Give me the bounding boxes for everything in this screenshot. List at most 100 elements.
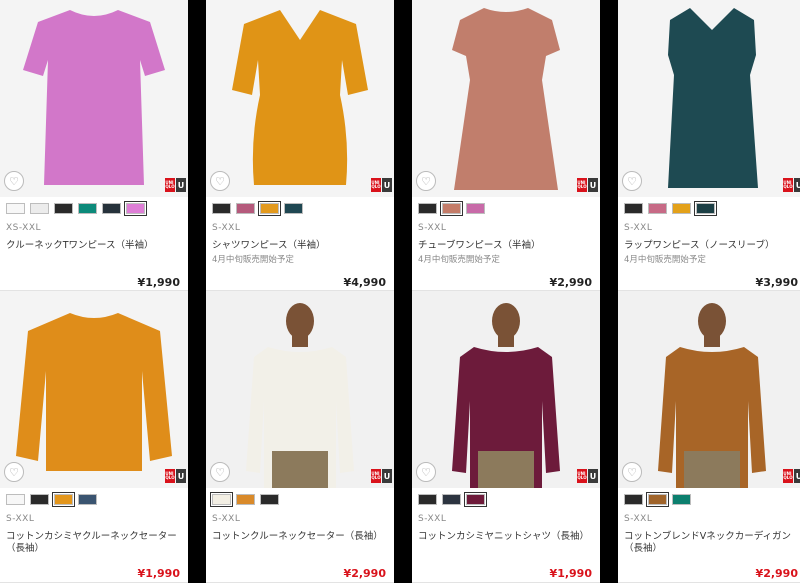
product-price: ¥2,990	[549, 276, 592, 289]
color-swatch[interactable]	[236, 494, 255, 505]
product-price: ¥4,990	[343, 276, 386, 289]
color-swatch[interactable]	[78, 203, 97, 214]
color-swatches	[624, 201, 717, 216]
product-card[interactable]: ♡ UNI QLO U S-XXL チューブワンピース（半袖） 4月中旬販売開始予定 ¥2,9…	[412, 0, 600, 291]
favorite-heart-icon[interactable]: ♡	[416, 171, 436, 191]
product-image[interactable]	[206, 291, 394, 488]
product-image[interactable]	[206, 0, 394, 197]
product-image[interactable]	[0, 291, 188, 488]
favorite-heart-icon[interactable]: ♡	[4, 462, 24, 482]
color-swatch[interactable]	[54, 203, 73, 214]
product-price: ¥2,990	[343, 567, 386, 580]
product-name[interactable]: クルーネックTワンピース（半袖）	[6, 240, 184, 252]
color-swatch[interactable]	[464, 492, 487, 507]
color-swatch[interactable]	[210, 492, 233, 507]
color-swatch[interactable]	[418, 494, 437, 505]
uniqlo-logo-icon: UNI QLO	[165, 178, 175, 192]
color-swatch[interactable]	[236, 203, 255, 214]
favorite-heart-icon[interactable]: ♡	[210, 462, 230, 482]
product-name[interactable]: コットンカシミヤクルーネックセーター（長袖）	[6, 531, 184, 555]
color-swatches	[6, 201, 147, 216]
product-card[interactable]: ♡ UNI QLO U XS-XXL クルーネックTワンピース（半袖） ¥1,990	[0, 0, 188, 291]
product-card[interactable]: ♡ UNI QLO U S-XXL コットンクルーネックセーター（長袖） ¥2,990	[206, 291, 394, 583]
product-name[interactable]: シャツワンピース（半袖）	[212, 240, 390, 252]
color-swatch[interactable]	[284, 203, 303, 214]
color-swatch[interactable]	[672, 494, 691, 505]
favorite-heart-icon[interactable]: ♡	[416, 462, 436, 482]
u-logo-icon: U	[176, 178, 186, 192]
size-range: S-XXL	[212, 223, 241, 233]
uniqlo-logo-icon: UNI QLO	[783, 178, 793, 192]
release-note: 4月中旬販売開始予定	[418, 255, 500, 265]
color-swatch[interactable]	[258, 201, 281, 216]
uniqlo-u-logo: UNIQLOU	[783, 178, 800, 192]
color-swatch[interactable]	[466, 203, 485, 214]
color-swatch[interactable]	[624, 494, 643, 505]
product-card[interactable]: ♡ UNI QLO U S-XXL コットンカシミヤクルーネックセーター（長袖） ¥1,99…	[0, 291, 188, 583]
color-swatch[interactable]	[212, 203, 231, 214]
product-image[interactable]	[618, 0, 800, 197]
color-swatch[interactable]	[102, 203, 121, 214]
color-swatch[interactable]	[6, 494, 25, 505]
product-photo[interactable]: ♡ UNIQLOU	[618, 291, 800, 488]
color-swatch[interactable]	[440, 201, 463, 216]
product-name[interactable]: コットンクルーネックセーター（長袖）	[212, 531, 390, 543]
color-swatch[interactable]	[672, 203, 691, 214]
color-swatches	[210, 492, 279, 507]
product-photo[interactable]: ♡ UNIQLOU	[0, 0, 188, 197]
color-swatch[interactable]	[6, 203, 25, 214]
product-photo[interactable]: ♡ UNIQLOU	[206, 291, 394, 488]
product-name[interactable]: ラップワンピース（ノースリーブ）	[624, 240, 800, 252]
product-price: ¥1,990	[549, 567, 592, 580]
product-photo[interactable]: ♡ UNIQLOU	[0, 291, 188, 488]
color-swatch[interactable]	[624, 203, 643, 214]
u-logo-icon: U	[588, 178, 598, 192]
uniqlo-u-logo: UNIQLOU	[577, 469, 598, 483]
product-card[interactable]: ♡ UNIQLOU S-XXL コットンブレンドVネックカーディガン（長袖） ¥2,99…	[618, 291, 800, 583]
product-image[interactable]	[412, 291, 600, 488]
product-name[interactable]: コットンカシミヤニットシャツ（長袖）	[418, 531, 596, 543]
color-swatch[interactable]	[124, 201, 147, 216]
product-card[interactable]: ♡ UNI QLO U S-XXL コットンカシミヤニットシャツ（長袖） ¥1,990	[412, 291, 600, 583]
favorite-heart-icon[interactable]: ♡	[4, 171, 24, 191]
product-photo[interactable]: ♡ UNIQLOU	[618, 0, 800, 197]
color-swatch[interactable]	[52, 492, 75, 507]
uniqlo-u-logo: UNIQLOU	[577, 178, 598, 192]
product-photo[interactable]: ♡ UNIQLOU	[206, 0, 394, 197]
u-logo-icon: U	[794, 178, 800, 192]
product-image[interactable]	[412, 0, 600, 197]
color-swatch[interactable]	[78, 494, 97, 505]
favorite-heart-icon[interactable]: ♡	[622, 462, 642, 482]
product-photo[interactable]: ♡ UNIQLOU	[412, 291, 600, 488]
color-swatch[interactable]	[30, 494, 49, 505]
product-image[interactable]	[0, 0, 188, 197]
release-note: 4月中旬販売開始予定	[624, 255, 706, 265]
color-swatch[interactable]	[648, 203, 667, 214]
u-logo-icon: U	[382, 178, 392, 192]
product-card[interactable]: ♡ UNIQLOU S-XXL ラップワンピース（ノースリーブ） 4月中旬販売開始予定 ¥…	[618, 0, 800, 291]
color-swatches	[418, 492, 487, 507]
color-swatches	[418, 201, 485, 216]
color-swatch[interactable]	[260, 494, 279, 505]
release-note: 4月中旬販売開始予定	[212, 255, 294, 265]
favorite-heart-icon[interactable]: ♡	[210, 171, 230, 191]
color-swatch[interactable]	[694, 201, 717, 216]
uniqlo-u-logo: UNIQLOU	[165, 178, 186, 192]
color-swatch[interactable]	[418, 203, 437, 214]
uniqlo-logo-icon: UNI QLO	[577, 178, 587, 192]
color-swatch[interactable]	[442, 494, 461, 505]
u-logo-icon: U	[382, 469, 392, 483]
product-card[interactable]: ♡ UNI QLO U S-XXL シャツワンピース（半袖） 4月中旬販売開始予定 ¥4,99…	[206, 0, 394, 291]
product-name[interactable]: コットンブレンドVネックカーディガン（長袖）	[624, 531, 800, 555]
size-range: S-XXL	[418, 514, 447, 524]
color-swatch[interactable]	[646, 492, 669, 507]
product-name[interactable]: チューブワンピース（半袖）	[418, 240, 596, 252]
color-swatch[interactable]	[30, 203, 49, 214]
favorite-heart-icon[interactable]: ♡	[622, 171, 642, 191]
product-photo[interactable]: ♡ UNIQLOU	[412, 0, 600, 197]
product-image[interactable]	[618, 291, 800, 488]
uniqlo-logo-icon: UNI QLO	[165, 469, 175, 483]
uniqlo-logo-icon: UNI QLO	[577, 469, 587, 483]
size-range: S-XXL	[624, 223, 653, 233]
uniqlo-logo-icon: UNI QLO	[371, 469, 381, 483]
